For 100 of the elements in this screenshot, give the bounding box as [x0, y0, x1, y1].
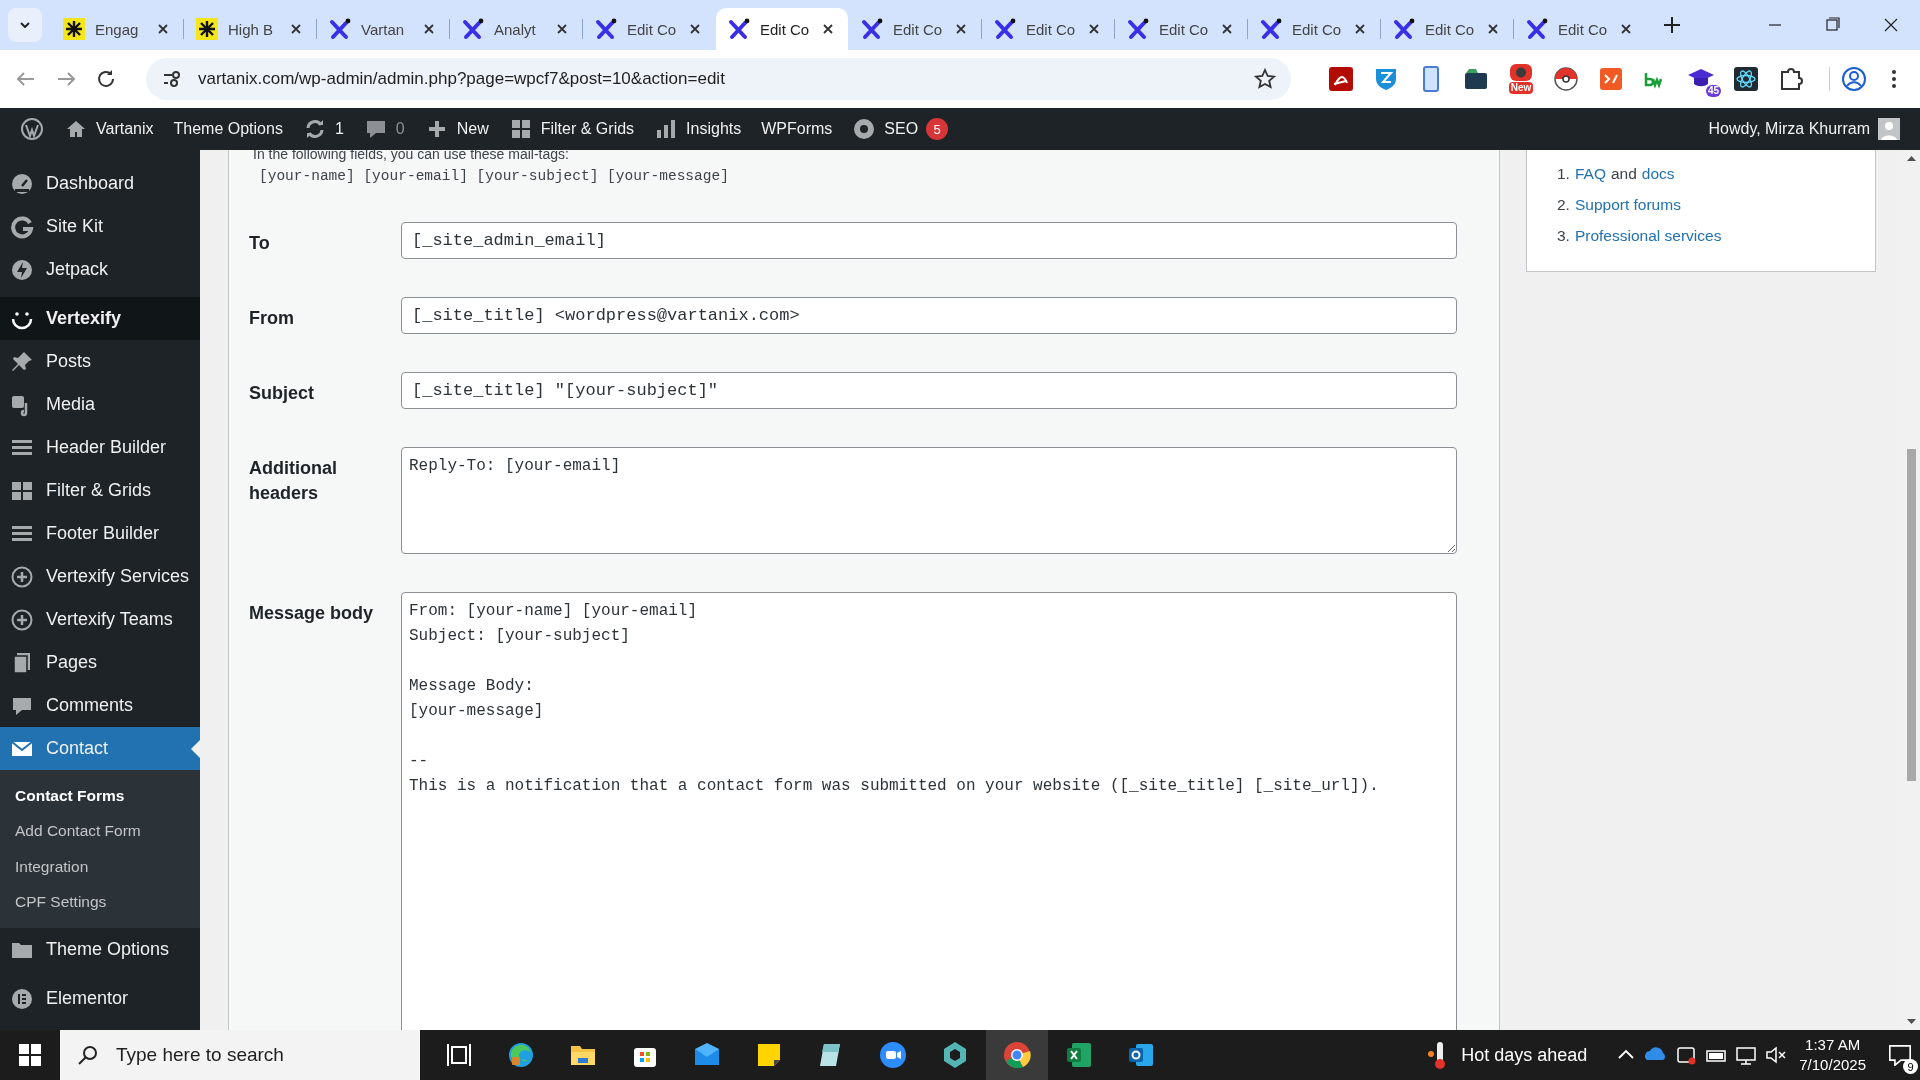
input-field[interactable]: [_site_title] "[your-subject]" — [401, 372, 1457, 409]
field-label: Subject — [249, 382, 315, 405]
edge-icon — [506, 1040, 536, 1070]
admin-bar-item[interactable]: SEO 5 — [842, 108, 959, 150]
browser-tab[interactable]: Edit Co — [849, 8, 981, 50]
sidebar-item[interactable]: Media — [0, 383, 200, 426]
weather-widget[interactable]: Hot days ahead — [1427, 1040, 1588, 1070]
notification-count: 5 — [926, 118, 949, 140]
browser-tab[interactable]: Analyt — [450, 8, 582, 50]
lightning-icon — [10, 257, 34, 282]
browser-tab[interactable]: Edit Co — [982, 8, 1114, 50]
sidebar-item[interactable]: Pages — [0, 641, 200, 684]
field-label: From — [249, 307, 295, 330]
submenu-item[interactable]: CPF Settings — [0, 884, 200, 920]
submenu-item[interactable]: Add Contact Form — [0, 813, 200, 849]
help-link[interactable]: Professional services — [1574, 226, 1722, 245]
list-number: 2. — [1557, 195, 1570, 214]
admin-bar-item[interactable]: 0 — [353, 108, 415, 150]
browser-tab[interactable]: Edit Co — [716, 8, 848, 50]
admin-bar-item[interactable]: New — [414, 108, 499, 150]
x-logo-icon — [1393, 18, 1415, 40]
wordpress-logo-icon — [20, 117, 44, 141]
admin-bar-item[interactable]: WPForms — [751, 108, 843, 150]
list-number: 1. — [1557, 164, 1570, 183]
submenu-item[interactable]: Integration — [0, 849, 200, 885]
plus-circle-icon — [10, 607, 34, 632]
admin-bar-item[interactable]: Vartanix — [54, 108, 164, 150]
sidebar-item[interactable]: Footer Builder — [0, 512, 200, 555]
browser-tab[interactable]: Edit Co — [1514, 8, 1646, 50]
sidebar-item[interactable]: Posts — [0, 340, 200, 383]
browser-tab[interactable]: Edit Co — [583, 8, 715, 50]
gauge-icon — [10, 171, 34, 196]
input-field[interactable]: [_site_title] <wordpress@vartanix.com> — [401, 297, 1457, 334]
zoom-icon — [878, 1040, 908, 1070]
gear-icon — [852, 117, 877, 141]
scrollbar-thumb[interactable] — [1907, 449, 1916, 781]
asterisk-icon — [63, 18, 85, 40]
sidebar-item[interactable]: Header Builder — [0, 426, 200, 469]
admin-bar-item[interactable]: Theme Options — [163, 108, 293, 150]
admin-bar-item[interactable]: Insights — [644, 108, 752, 150]
x-logo-icon — [861, 18, 883, 40]
plus-circle-icon — [10, 564, 34, 589]
browser-tab[interactable]: Edit Co — [1248, 8, 1380, 50]
search-icon — [76, 1043, 100, 1067]
browser-tab[interactable]: Edit Co — [1381, 8, 1513, 50]
browser-tab[interactable]: Edit Co — [1115, 8, 1247, 50]
field-label: To — [249, 232, 271, 255]
x-logo-icon — [462, 18, 484, 40]
x-logo-icon — [1127, 18, 1149, 40]
x-logo-icon — [595, 18, 617, 40]
excel-icon — [1064, 1040, 1094, 1070]
browser-tab[interactable]: Vartan — [317, 8, 449, 50]
sidebar-item[interactable]: Contact — [0, 727, 200, 770]
chrome-icon — [1002, 1040, 1032, 1070]
user-greeting[interactable]: Howdy, Mirza Khurram — [1708, 120, 1870, 138]
field-label: Message body — [249, 602, 375, 625]
address-bar[interactable]: vartanix.com/wp-admin/admin.php?page=wpcf7&post=10&action=edit — [146, 58, 1291, 100]
e-logo-icon — [10, 986, 34, 1011]
sidebar-item[interactable]: Site Kit — [0, 205, 200, 248]
help-link[interactable]: docs — [1641, 164, 1675, 183]
x-logo-icon — [1526, 18, 1548, 40]
admin-bar-item[interactable]: Filter & Grids — [498, 108, 645, 150]
extension-badge: New — [1508, 82, 1534, 94]
taskbar-search-field[interactable]: Type here to search — [60, 1030, 420, 1080]
sidebar-item[interactable]: Elementor — [0, 977, 200, 1020]
input-field[interactable]: [_site_admin_email] — [401, 222, 1457, 259]
sidebar-item[interactable]: Comments — [0, 684, 200, 727]
windows-start-icon[interactable] — [19, 1044, 41, 1066]
x-logo-icon — [1260, 18, 1282, 40]
star-icon[interactable] — [1253, 67, 1277, 91]
x-logo-icon — [329, 18, 351, 40]
help-text: and — [1610, 164, 1637, 183]
sidebar-item[interactable]: Vertexify Services — [0, 555, 200, 598]
message-body-field[interactable]: From: [your-name] [your-email] Subject: [your-subject] Message Body: [your-message] -- This is a notification that a contact form was submitted on your website ([_site_title] [_site_url]). — [401, 592, 1457, 1030]
headers-field[interactable]: Reply-To: [your-email] — [401, 447, 1457, 554]
x-logo-icon — [994, 18, 1016, 40]
chevron-down-icon[interactable] — [20, 22, 30, 28]
sidebar-item[interactable]: Vertexify — [0, 297, 200, 340]
notification-count: 9 — [1903, 1059, 1918, 1074]
sidebar-item[interactable]: Jetpack — [0, 248, 200, 291]
mail-tags: [your-name] [your-email] [your-subject] [your-message] — [259, 168, 1457, 184]
sidebar-item[interactable]: Vertexify Teams — [0, 598, 200, 641]
asterisk-icon — [196, 18, 218, 40]
x-logo-icon — [728, 18, 750, 40]
pushpin-icon — [10, 349, 34, 374]
sidebar-item[interactable]: Dashboard — [0, 162, 200, 205]
admin-bar-item[interactable]: 1 — [292, 108, 354, 150]
sidebar-item[interactable]: Theme Options — [0, 928, 200, 971]
g-letter-logo-icon — [10, 214, 34, 239]
taskbar-app[interactable] — [986, 1030, 1048, 1080]
help-link[interactable]: FAQ — [1574, 164, 1606, 183]
list-number: 3. — [1557, 226, 1570, 245]
browser-tab[interactable]: Engag — [51, 8, 183, 50]
field-label: Additional headers — [249, 457, 338, 505]
sidebar-item[interactable]: Filter & Grids — [0, 469, 200, 512]
extension-badge: 45 — [1705, 85, 1721, 97]
help-link[interactable]: Support forums — [1574, 195, 1681, 214]
submenu-item[interactable]: Contact Forms — [0, 778, 200, 814]
browser-tab[interactable]: High B — [184, 8, 316, 50]
taskbar-clock[interactable]: 1:37 AM 7/10/2025 — [1799, 1035, 1866, 1075]
